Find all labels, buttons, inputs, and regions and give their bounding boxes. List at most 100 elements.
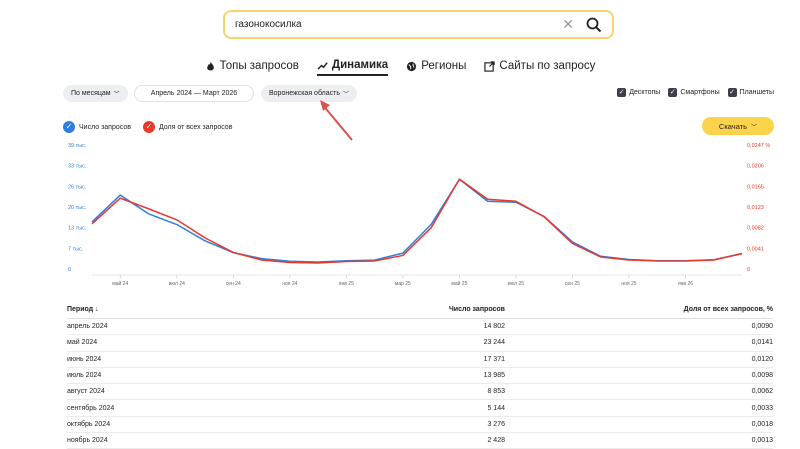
trend-icon xyxy=(317,61,328,70)
cell-count: 8 853 xyxy=(487,388,505,396)
date-range-picker[interactable]: Апрель 2024 — Март 2026 xyxy=(134,85,254,102)
table-row: август 2024 8 853 0,0062 xyxy=(67,384,773,401)
header-count[interactable]: Число запросов xyxy=(287,306,505,313)
cell-period: октябрь 2024 xyxy=(67,420,111,428)
x-tick-label: май 24 xyxy=(112,280,128,287)
table-header: Период ↓ Число запросов Доля от всех зап… xyxy=(67,300,773,319)
x-tick-label: сен 24 xyxy=(226,281,241,287)
y-right-tick-label: 0,0041 xyxy=(747,246,764,252)
table-body: апрель 2024 14 802 0,0090 май 2024 23 244 0,0… xyxy=(67,319,773,449)
clear-icon[interactable]: ✕ xyxy=(562,16,574,33)
table-row: апрель 2024 14 802 0,0090 xyxy=(67,319,773,336)
tablet-checkbox[interactable]: ✓ Планшеты xyxy=(727,88,774,97)
tab-label: Динамика xyxy=(331,59,389,71)
x-tick-label: май 25 xyxy=(451,280,467,287)
sort-arrow-icon: ↓ xyxy=(95,305,99,313)
x-tick-label: сен 25 xyxy=(565,281,580,287)
table-row: сентябрь 2024 5 144 0,0033 xyxy=(67,400,773,417)
tab-label: Регионы xyxy=(421,60,467,72)
tab-label: Сайты по запросу xyxy=(499,60,596,72)
x-tick-label: янв 26 xyxy=(678,281,693,287)
cell-count: 17 371 xyxy=(483,355,505,363)
check-icon: ✓ xyxy=(142,121,155,133)
table-row: июнь 2024 17 371 0,0120 xyxy=(67,352,773,368)
y-left-tick-label: 0 xyxy=(68,267,71,273)
period-mode-label: По месяцам xyxy=(71,90,111,97)
legend-label: Доля от всех запросов xyxy=(158,123,233,131)
cell-share: 0,0062 xyxy=(751,388,773,396)
x-tick-label: июл 25 xyxy=(508,281,525,287)
annotation-arrow-icon xyxy=(320,100,353,141)
y-left-tick-label: 26 тыс. xyxy=(68,184,87,190)
device-label: Планшеты xyxy=(739,89,774,96)
check-icon: ✓ xyxy=(63,121,75,133)
globe-icon xyxy=(407,61,417,71)
checkbox-icon: ✓ xyxy=(617,88,627,97)
cell-share: 0,0098 xyxy=(751,372,773,380)
cell-count: 2 428 xyxy=(487,437,505,445)
table-row: июль 2024 13 985 0,0098 xyxy=(67,368,773,385)
cell-count: 23 244 xyxy=(483,339,505,347)
table-row: май 2024 23 244 0,0141 xyxy=(67,335,773,352)
tab-regions[interactable]: Регионы xyxy=(406,59,466,76)
series-line-share xyxy=(91,178,743,264)
device-label: Смартфоны xyxy=(680,89,720,96)
download-button[interactable]: Скачать ﹀ xyxy=(702,117,774,135)
cell-share: 0,0090 xyxy=(751,323,773,331)
cell-period: май 2024 xyxy=(67,339,98,347)
smartphone-checkbox[interactable]: ✓ Смартфоны xyxy=(668,88,720,97)
cell-period: июнь 2024 xyxy=(67,355,102,363)
chart-legend: ✓ Число запросов ✓ Доля от всех запросов xyxy=(63,121,232,133)
y-left-tick-label: 39 тыс. xyxy=(68,143,87,149)
tab-bar: Топы запросов Динамика Регионы Сайты по … xyxy=(0,59,800,76)
y-right-tick-label: 0 xyxy=(747,267,750,273)
legend-count-toggle[interactable]: ✓ Число запросов xyxy=(63,121,131,133)
y-right-tick-label: 0,0247 % xyxy=(747,143,770,149)
checkbox-icon: ✓ xyxy=(668,88,678,97)
search-query[interactable]: газонокосилка xyxy=(235,19,562,30)
tab-label: Топы запросов xyxy=(219,60,299,72)
legend-share-toggle[interactable]: ✓ Доля от всех запросов xyxy=(142,121,233,133)
chevron-down-icon: ﹀ xyxy=(113,92,120,98)
search-input[interactable]: газонокосилка ✕ xyxy=(223,10,614,39)
header-period[interactable]: Период ↓ xyxy=(67,306,287,313)
cell-count: 13 985 xyxy=(483,372,505,380)
y-left-tick-label: 7 тыс. xyxy=(68,246,84,252)
cell-period: ноябрь 2024 xyxy=(67,437,108,445)
legend-label: Число запросов xyxy=(79,123,131,131)
x-tick-label: мар 25 xyxy=(395,281,411,287)
desktop-checkbox[interactable]: ✓ Десктопы xyxy=(617,88,660,97)
cell-share: 0,0141 xyxy=(751,339,773,347)
cell-period: сентябрь 2024 xyxy=(67,404,115,412)
date-range-label: Апрель 2024 — Март 2026 xyxy=(150,90,238,97)
external-link-icon xyxy=(484,60,496,72)
x-tick-label: июл 24 xyxy=(169,281,186,287)
tab-dynamics[interactable]: Динамика xyxy=(316,59,389,76)
y-left-tick-label: 33 тыс. xyxy=(68,164,87,170)
y-right-tick-label: 0,0165 xyxy=(747,184,764,190)
line-chart: 39 тыс. 33 тыс. 26 тыс. 20 тыс. 13 тыс. 7 тыс… xyxy=(68,143,770,287)
header-share[interactable]: Доля от всех запросов, % xyxy=(505,306,773,313)
table-row: октябрь 2024 3 276 0,0018 xyxy=(67,417,773,434)
search-icon[interactable] xyxy=(586,17,602,33)
cell-share: 0,0120 xyxy=(751,355,773,363)
period-mode-select[interactable]: По месяцам ﹀ xyxy=(63,85,128,102)
cell-count: 3 276 xyxy=(487,420,505,428)
cell-share: 0,0033 xyxy=(751,404,773,412)
series-line-count xyxy=(91,178,743,263)
y-left-tick-label: 20 тыс. xyxy=(68,205,87,211)
checkbox-icon: ✓ xyxy=(727,88,737,97)
download-label: Скачать xyxy=(718,121,748,131)
cell-count: 5 144 xyxy=(487,404,505,412)
y-left-tick-label: 13 тыс. xyxy=(68,226,87,232)
device-label: Десктопы xyxy=(629,89,661,96)
tab-sites[interactable]: Сайты по запросу xyxy=(484,59,595,76)
data-table: Период ↓ Число запросов Доля от всех зап… xyxy=(67,300,773,449)
x-tick-label: ноя 24 xyxy=(282,281,297,287)
y-right-tick-label: 0,0123 xyxy=(747,205,764,211)
chevron-down-icon: ﹀ xyxy=(751,124,758,131)
x-tick-label: ноя 25 xyxy=(621,281,636,287)
cell-period: июль 2024 xyxy=(67,372,102,380)
cell-share: 0,0018 xyxy=(751,420,773,428)
tab-top-queries[interactable]: Топы запросов xyxy=(205,59,299,76)
